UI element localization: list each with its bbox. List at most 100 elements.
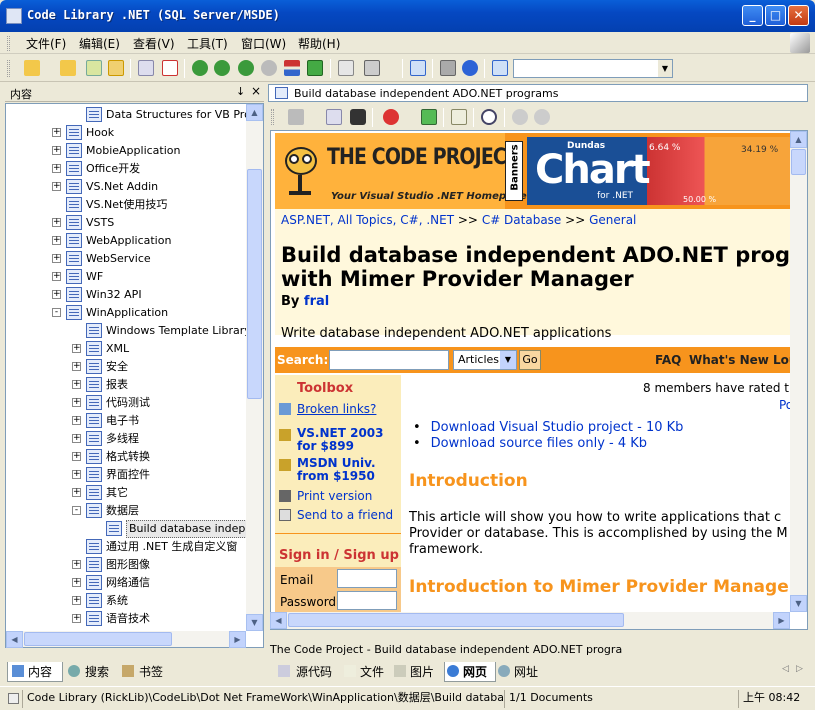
menu-tools[interactable]: 工具(T) bbox=[187, 35, 228, 52]
breadcrumb-database[interactable]: C# Database bbox=[482, 213, 562, 227]
edit-icon[interactable] bbox=[326, 109, 342, 125]
chevron-down-icon[interactable]: ▼ bbox=[500, 351, 516, 369]
back-icon[interactable] bbox=[512, 109, 528, 125]
close-button[interactable]: ✕ bbox=[788, 5, 809, 26]
tree-item[interactable]: - 数据层 bbox=[6, 502, 246, 520]
tree-item[interactable]: VS.Net使用技巧 bbox=[6, 196, 246, 214]
tree-item[interactable]: + VS.Net Addin bbox=[6, 178, 246, 196]
expand-icon[interactable]: + bbox=[72, 344, 81, 353]
nav-whats-new[interactable]: What's New bbox=[689, 353, 769, 367]
password-field[interactable] bbox=[337, 591, 397, 610]
tab-webpage[interactable]: 网页 bbox=[444, 662, 496, 682]
collapse-icon[interactable]: - bbox=[72, 506, 81, 515]
scroll-right-icon[interactable]: ▶ bbox=[229, 631, 246, 648]
vsnet-link[interactable]: VS.NET 2003 for $899 bbox=[297, 427, 397, 453]
tab-search[interactable]: 搜索 bbox=[65, 662, 117, 682]
tab-scroll-right-icon[interactable]: ▷ bbox=[796, 664, 803, 674]
new-document-icon[interactable] bbox=[86, 60, 102, 76]
note-icon[interactable] bbox=[451, 109, 467, 125]
tree-item[interactable]: + 系统 bbox=[6, 592, 246, 610]
forward-icon[interactable] bbox=[534, 109, 550, 125]
maximize-button[interactable]: □ bbox=[765, 5, 786, 26]
scroll-thumb[interactable] bbox=[24, 632, 172, 646]
minimize-button[interactable]: _ bbox=[742, 5, 763, 26]
delete-icon[interactable] bbox=[162, 60, 178, 76]
breadcrumb-general[interactable]: General bbox=[589, 213, 636, 227]
web-horizontal-scrollbar[interactable]: ◀ ▶ bbox=[270, 612, 790, 629]
menu-file[interactable]: 文件(F) bbox=[26, 35, 66, 52]
tab-url[interactable]: 网址 bbox=[496, 662, 548, 682]
tree-view[interactable]: Data Structures for VB Programm + Hook + Mob… bbox=[5, 103, 264, 648]
download-project-link[interactable]: Download Visual Studio project - 10 Kb bbox=[431, 420, 684, 435]
scroll-down-icon[interactable]: ▼ bbox=[790, 595, 807, 612]
expand-icon[interactable]: + bbox=[72, 596, 81, 605]
tree-item[interactable]: + MobieApplication bbox=[6, 142, 246, 160]
tree-item[interactable]: Build database independ bbox=[6, 520, 263, 538]
expand-icon[interactable]: + bbox=[72, 614, 81, 623]
tree-item[interactable]: + WebApplication bbox=[6, 232, 246, 250]
document-tab[interactable]: Build database independent ADO.NET progr… bbox=[268, 84, 808, 102]
broken-links-link[interactable]: Broken links? bbox=[297, 402, 376, 416]
properties-icon[interactable] bbox=[108, 60, 124, 76]
expand-icon[interactable]: + bbox=[52, 236, 61, 245]
tree-vertical-scrollbar[interactable]: ▲ ▼ bbox=[246, 104, 263, 631]
window-icon[interactable] bbox=[410, 60, 426, 76]
web-view[interactable]: THE CODE PROJECT Your Visual Studio .NET… bbox=[270, 130, 808, 630]
expand-icon[interactable]: + bbox=[72, 560, 81, 569]
scroll-down-icon[interactable]: ▼ bbox=[246, 614, 263, 631]
print-icon[interactable] bbox=[364, 60, 380, 76]
tree-item[interactable]: Windows Template Library - V bbox=[6, 322, 263, 340]
move-icon[interactable] bbox=[307, 60, 323, 76]
up-icon[interactable] bbox=[238, 60, 254, 76]
tree-item[interactable]: + Win32 API bbox=[6, 286, 246, 304]
scroll-thumb[interactable] bbox=[247, 169, 262, 399]
expand-icon[interactable]: + bbox=[52, 254, 61, 263]
dundas-ad[interactable]: 6.64 % 34.19 % 50.00 % Dundas Chart for … bbox=[527, 137, 791, 205]
tree-item[interactable]: + 报表 bbox=[6, 376, 246, 394]
tab-bookmarks[interactable]: 书签 bbox=[119, 662, 171, 682]
tree-item[interactable]: + VSTS bbox=[6, 214, 246, 232]
web-vertical-scrollbar[interactable]: ▲ ▼ bbox=[790, 131, 807, 612]
tree-item[interactable]: + 电子书 bbox=[6, 412, 246, 430]
expand-icon[interactable]: + bbox=[72, 362, 81, 371]
open-folder-icon[interactable] bbox=[24, 60, 40, 76]
scroll-up-icon[interactable]: ▲ bbox=[246, 104, 263, 121]
expand-icon[interactable]: + bbox=[52, 146, 61, 155]
print-version-link[interactable]: Print version bbox=[297, 489, 372, 503]
expand-icon[interactable]: + bbox=[72, 380, 81, 389]
expand-icon[interactable]: + bbox=[72, 488, 81, 497]
tab-source[interactable]: 源代码 bbox=[276, 662, 342, 682]
tab-file[interactable]: 文件 bbox=[342, 662, 392, 682]
toolbar-combo[interactable]: ▼ bbox=[513, 59, 673, 78]
scroll-right-icon[interactable]: ▶ bbox=[773, 612, 790, 629]
tab-scroll-left-icon[interactable]: ◁ bbox=[782, 664, 789, 674]
tree-item[interactable]: + 语音技术 bbox=[6, 610, 246, 628]
tree-item[interactable]: + 代码测试 bbox=[6, 394, 246, 412]
panel-close-icon[interactable]: × bbox=[251, 84, 261, 98]
tree-item[interactable]: 通过用 .NET 生成自定义窗 bbox=[6, 538, 246, 556]
tree-item[interactable]: + 多线程 bbox=[6, 430, 246, 448]
tree-item[interactable]: + 网络通信 bbox=[6, 574, 246, 592]
download-source-link[interactable]: Download source files only - 4 Kb bbox=[431, 436, 647, 451]
expand-icon[interactable]: + bbox=[72, 434, 81, 443]
go-button[interactable]: Go bbox=[519, 350, 541, 370]
tree-item[interactable]: Data Structures for VB Programm bbox=[6, 106, 263, 124]
tree-item[interactable]: + WF bbox=[6, 268, 246, 286]
find-window-icon[interactable] bbox=[492, 60, 508, 76]
expand-icon[interactable]: + bbox=[52, 218, 61, 227]
chevron-down-icon[interactable]: ▼ bbox=[658, 60, 672, 77]
tree-item[interactable]: + 界面控件 bbox=[6, 466, 246, 484]
expand-icon[interactable]: + bbox=[52, 182, 61, 191]
forward-icon[interactable] bbox=[214, 60, 230, 76]
down-icon[interactable] bbox=[261, 60, 277, 76]
breadcrumb-topics[interactable]: ASP.NET, All Topics, C#, .NET bbox=[281, 213, 454, 227]
menu-edit[interactable]: 编辑(E) bbox=[79, 35, 120, 52]
tree-item[interactable]: + 其它 bbox=[6, 484, 246, 502]
expand-icon[interactable]: + bbox=[52, 272, 61, 281]
msdn-link[interactable]: MSDN Univ. from $1950 bbox=[297, 457, 397, 483]
tools-icon[interactable] bbox=[440, 60, 456, 76]
send-friend-link[interactable]: Send to a friend bbox=[297, 508, 393, 522]
stop-icon[interactable] bbox=[383, 109, 399, 125]
expand-icon[interactable]: + bbox=[52, 164, 61, 173]
search-type-select[interactable]: Articles ▼ bbox=[453, 350, 517, 370]
